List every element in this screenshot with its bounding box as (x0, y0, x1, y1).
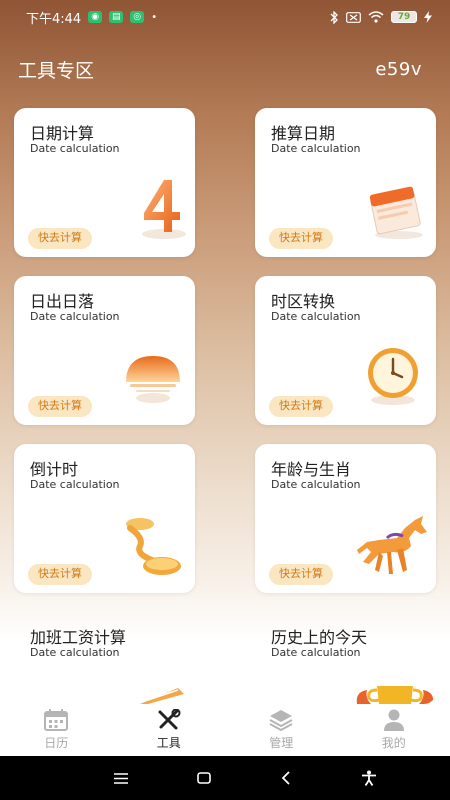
tool-card-age-zodiac[interactable]: 年龄与生肖 Date calculation 快去计算 (255, 444, 436, 593)
tab-label: 日历 (44, 736, 69, 750)
status-time: 下午4:44 (26, 11, 82, 27)
home-square-icon (196, 772, 211, 784)
card-title: 日出日落 (30, 292, 95, 311)
recent-apps-button[interactable] (101, 758, 141, 798)
menu-icon (114, 772, 129, 784)
go-calculate-button[interactable]: 快去计算 (28, 396, 92, 417)
tool-card-date-calc[interactable]: 日期计算 Date calculation 快去计算 (14, 108, 195, 257)
header-code: e59v (375, 59, 422, 80)
status-right: 79 (329, 10, 432, 24)
card-subtitle: Date calculation (30, 310, 120, 323)
accessibility-icon (361, 770, 376, 786)
card-subtitle: Date calculation (271, 142, 361, 155)
card-subtitle: Date calculation (30, 142, 120, 155)
tool-card-countdown[interactable]: 倒计时 Date calculation 快去计算 (14, 444, 195, 593)
calendar-icon (369, 186, 423, 239)
page-title: 工具专区 (18, 60, 95, 82)
tab-profile[interactable]: 我的 (354, 709, 434, 751)
charging-bolt-icon (424, 11, 432, 23)
tool-card-infer-date[interactable]: 推算日期 Date calculation 快去计算 (255, 108, 436, 257)
card-title: 加班工资计算 (30, 628, 127, 647)
card-subtitle: Date calculation (30, 646, 120, 659)
go-calculate-button[interactable]: 快去计算 (269, 228, 333, 249)
profile-tab-icon (383, 709, 404, 731)
battery-indicator: 79 (391, 11, 417, 23)
card-subtitle: Date calculation (271, 310, 361, 323)
go-calculate-button[interactable]: 快去计算 (269, 396, 333, 417)
tools-tab-icon (158, 709, 181, 730)
go-calculate-button[interactable]: 快去计算 (269, 564, 333, 585)
home-button[interactable] (184, 758, 224, 798)
go-calculate-button[interactable]: 快去计算 (28, 228, 92, 249)
tab-label: 管理 (269, 736, 294, 750)
status-left: 下午4:44 ◉ ▤ ◎ • (26, 8, 157, 27)
system-navigation-bar (0, 756, 450, 800)
tool-card-history-today[interactable]: 历史上的今天 Date calculation (255, 612, 436, 704)
back-chevron-icon (281, 771, 290, 785)
page-header: 工具专区 e59v (18, 56, 422, 83)
card-title: 倒计时 (30, 460, 79, 479)
layers-tab-icon (269, 710, 293, 731)
tab-label: 我的 (381, 736, 406, 750)
card-subtitle: Date calculation (271, 478, 361, 491)
hourglass-icon (126, 518, 181, 575)
card-title: 时区转换 (271, 292, 336, 311)
number-four-icon (142, 180, 186, 239)
tab-label: 工具 (156, 736, 181, 750)
notification-app-icon: ◉ (88, 11, 103, 23)
card-title: 历史上的今天 (271, 628, 368, 647)
card-title: 推算日期 (271, 124, 336, 143)
notification-message-icon: ▤ (109, 11, 124, 23)
tab-calendar[interactable]: 日历 (16, 709, 96, 751)
status-bar: 下午4:44 ◉ ▤ ◎ • 79 (0, 0, 450, 34)
bluetooth-icon (330, 10, 338, 24)
tool-card-overtime-pay[interactable]: 加班工资计算 Date calculation (14, 612, 195, 704)
ruler-icon (140, 688, 184, 704)
sim-disabled-icon (346, 11, 361, 23)
card-title: 日期计算 (30, 124, 95, 143)
notification-chat-icon: ◎ (130, 11, 145, 23)
notification-more-dot: • (151, 11, 158, 23)
card-title: 年龄与生肖 (271, 460, 352, 479)
tool-card-sunrise-sunset[interactable]: 日出日落 Date calculation 快去计算 (14, 276, 195, 425)
tab-manage[interactable]: 管理 (241, 709, 321, 751)
bottom-tab-bar: 日历 工具 管理 我的 (0, 704, 450, 756)
card-subtitle: Date calculation (271, 646, 361, 659)
wifi-icon (368, 11, 384, 23)
tool-card-timezone[interactable]: 时区转换 Date calculation 快去计算 (255, 276, 436, 425)
accessibility-button[interactable] (349, 758, 389, 798)
card-subtitle: Date calculation (30, 478, 120, 491)
sunrise-icon (126, 356, 180, 403)
trophy-icon (356, 686, 434, 704)
tab-tools[interactable]: 工具 (129, 709, 209, 751)
clock-icon (368, 348, 418, 405)
back-button[interactable] (266, 758, 306, 798)
horse-icon (357, 516, 427, 574)
go-calculate-button[interactable]: 快去计算 (28, 564, 92, 585)
calendar-tab-icon (44, 709, 69, 731)
